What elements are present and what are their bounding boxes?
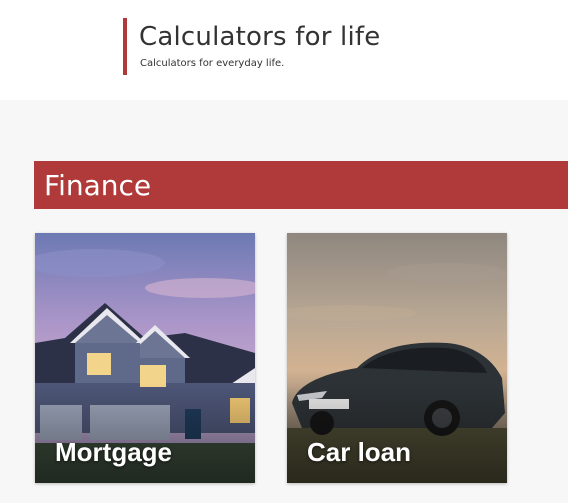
card-label-car-loan: Car loan bbox=[307, 437, 412, 467]
site-header: Calculators for life Calculators for eve… bbox=[0, 0, 568, 100]
site-tagline: Calculators for everyday life. bbox=[140, 58, 285, 69]
site-title[interactable]: Calculators for life bbox=[139, 22, 380, 52]
calculator-card-car-loan[interactable]: Car loan bbox=[287, 233, 507, 483]
section-title: Finance bbox=[44, 169, 152, 202]
section-header-finance: Finance bbox=[34, 161, 568, 209]
brand-accent-bar bbox=[123, 18, 127, 75]
calculator-card-mortgage[interactable]: Mortgage bbox=[35, 233, 255, 483]
card-label-mortgage: Mortgage bbox=[55, 437, 172, 467]
